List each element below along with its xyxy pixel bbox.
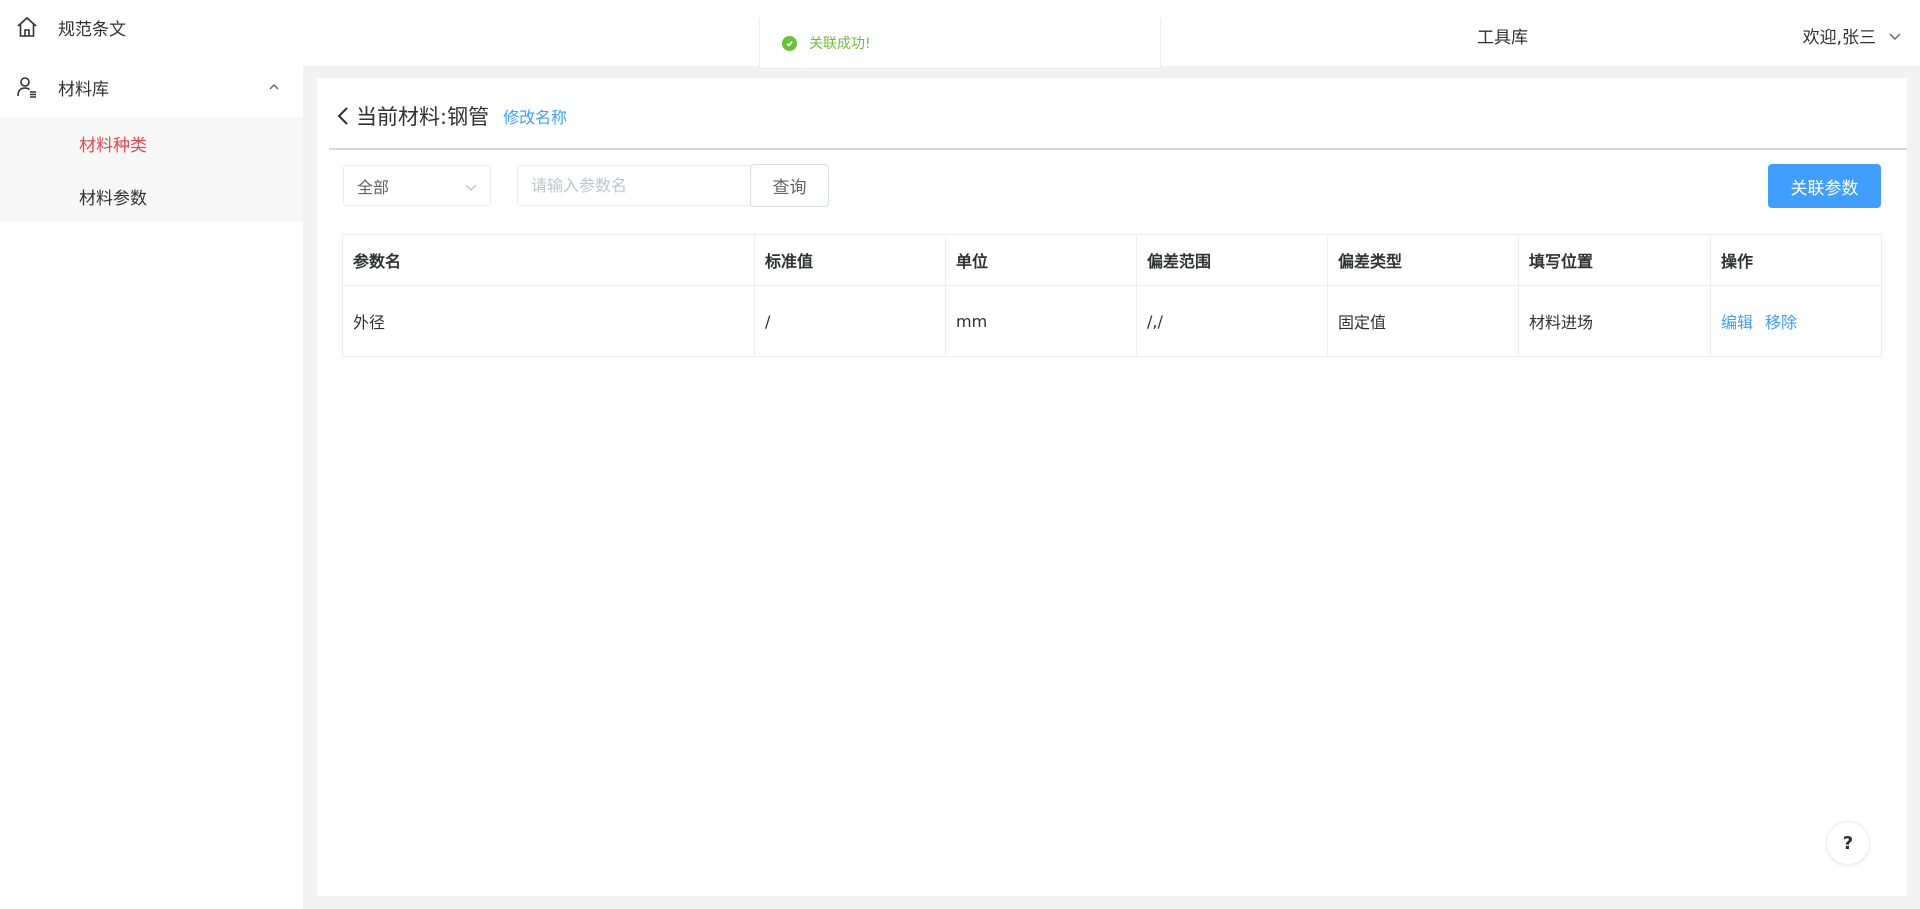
sidebar-item-home-label: 规范条文 — [58, 19, 126, 40]
home-icon — [15, 15, 39, 39]
edit-button[interactable]: 编辑 — [1721, 309, 1753, 333]
user-list-icon — [15, 75, 39, 99]
param-search-input[interactable] — [517, 165, 751, 206]
help-button[interactable]: ? — [1826, 821, 1870, 865]
chevron-down-icon — [1888, 29, 1902, 43]
table-row: 外径 / mm /,/ 固定值 材料进场 编辑 移除 — [343, 286, 1881, 356]
cell-deviation-range: /,/ — [1137, 286, 1328, 356]
title-divider — [329, 148, 1907, 150]
sidebar-item-material-params[interactable]: 材料参数 — [79, 184, 147, 209]
link-params-button[interactable]: 关联参数 — [1768, 164, 1881, 208]
success-toast: 关联成功! — [759, 18, 1161, 69]
cell-param-name: 外径 — [343, 286, 755, 356]
toolbox-link[interactable]: 工具库 — [1477, 23, 1528, 48]
column-header: 操作 — [1721, 252, 1754, 271]
column-header: 偏差类型 — [1328, 235, 1519, 285]
table-header-row: 参数名 标准值 单位 偏差范围 偏差类型 填写位置 操作 — [343, 235, 1881, 286]
welcome-text: 欢迎,张三 — [1802, 28, 1876, 48]
category-select-value: 全部 — [357, 177, 390, 197]
params-table: 参数名 标准值 单位 偏差范围 偏差类型 填写位置 操作 外径 / mm /,/… — [342, 234, 1882, 357]
back-button[interactable] — [334, 105, 352, 127]
rename-link[interactable]: 修改名称 — [503, 104, 567, 128]
column-header: 偏差范围 — [1137, 235, 1328, 285]
sidebar: 规范条文 材料库 材料种类 材料参数 — [0, 0, 303, 909]
sidebar-item-material-library-label: 材料库 — [58, 79, 109, 100]
column-header: 标准值 — [755, 235, 946, 285]
column-header: 填写位置 — [1519, 235, 1711, 285]
user-menu[interactable]: 欢迎,张三 — [1803, 23, 1902, 48]
sidebar-item-material-library[interactable]: 材料库 — [0, 67, 303, 107]
cell-unit: mm — [946, 286, 1137, 356]
cell-standard-value: / — [755, 286, 946, 356]
cell-actions: 编辑 移除 — [1711, 286, 1881, 356]
page-title: 当前材料:钢管 — [356, 105, 490, 129]
main-card: 当前材料:钢管 修改名称 全部 查询 关联参数 参数名 标准值 单位 偏差范围 … — [317, 78, 1907, 896]
sidebar-item-material-types[interactable]: 材料种类 — [79, 131, 147, 156]
column-header: 单位 — [946, 235, 1137, 285]
remove-button[interactable]: 移除 — [1765, 309, 1797, 333]
page-titlebar: 当前材料:钢管 修改名称 — [334, 96, 567, 136]
chevron-up-icon — [267, 80, 281, 94]
chevron-left-icon — [337, 107, 348, 125]
sidebar-item-home[interactable]: 规范条文 — [0, 8, 303, 46]
check-circle-icon — [782, 35, 797, 51]
chevron-down-icon — [464, 179, 478, 193]
column-header: 参数名 — [343, 235, 755, 285]
category-select[interactable]: 全部 — [343, 165, 491, 206]
toast-message: 关联成功! — [809, 36, 871, 52]
submenu-material-library — [0, 117, 303, 222]
cell-deviation-type: 固定值 — [1328, 286, 1519, 356]
query-button[interactable]: 查询 — [750, 164, 829, 207]
cell-fill-position: 材料进场 — [1519, 286, 1711, 356]
